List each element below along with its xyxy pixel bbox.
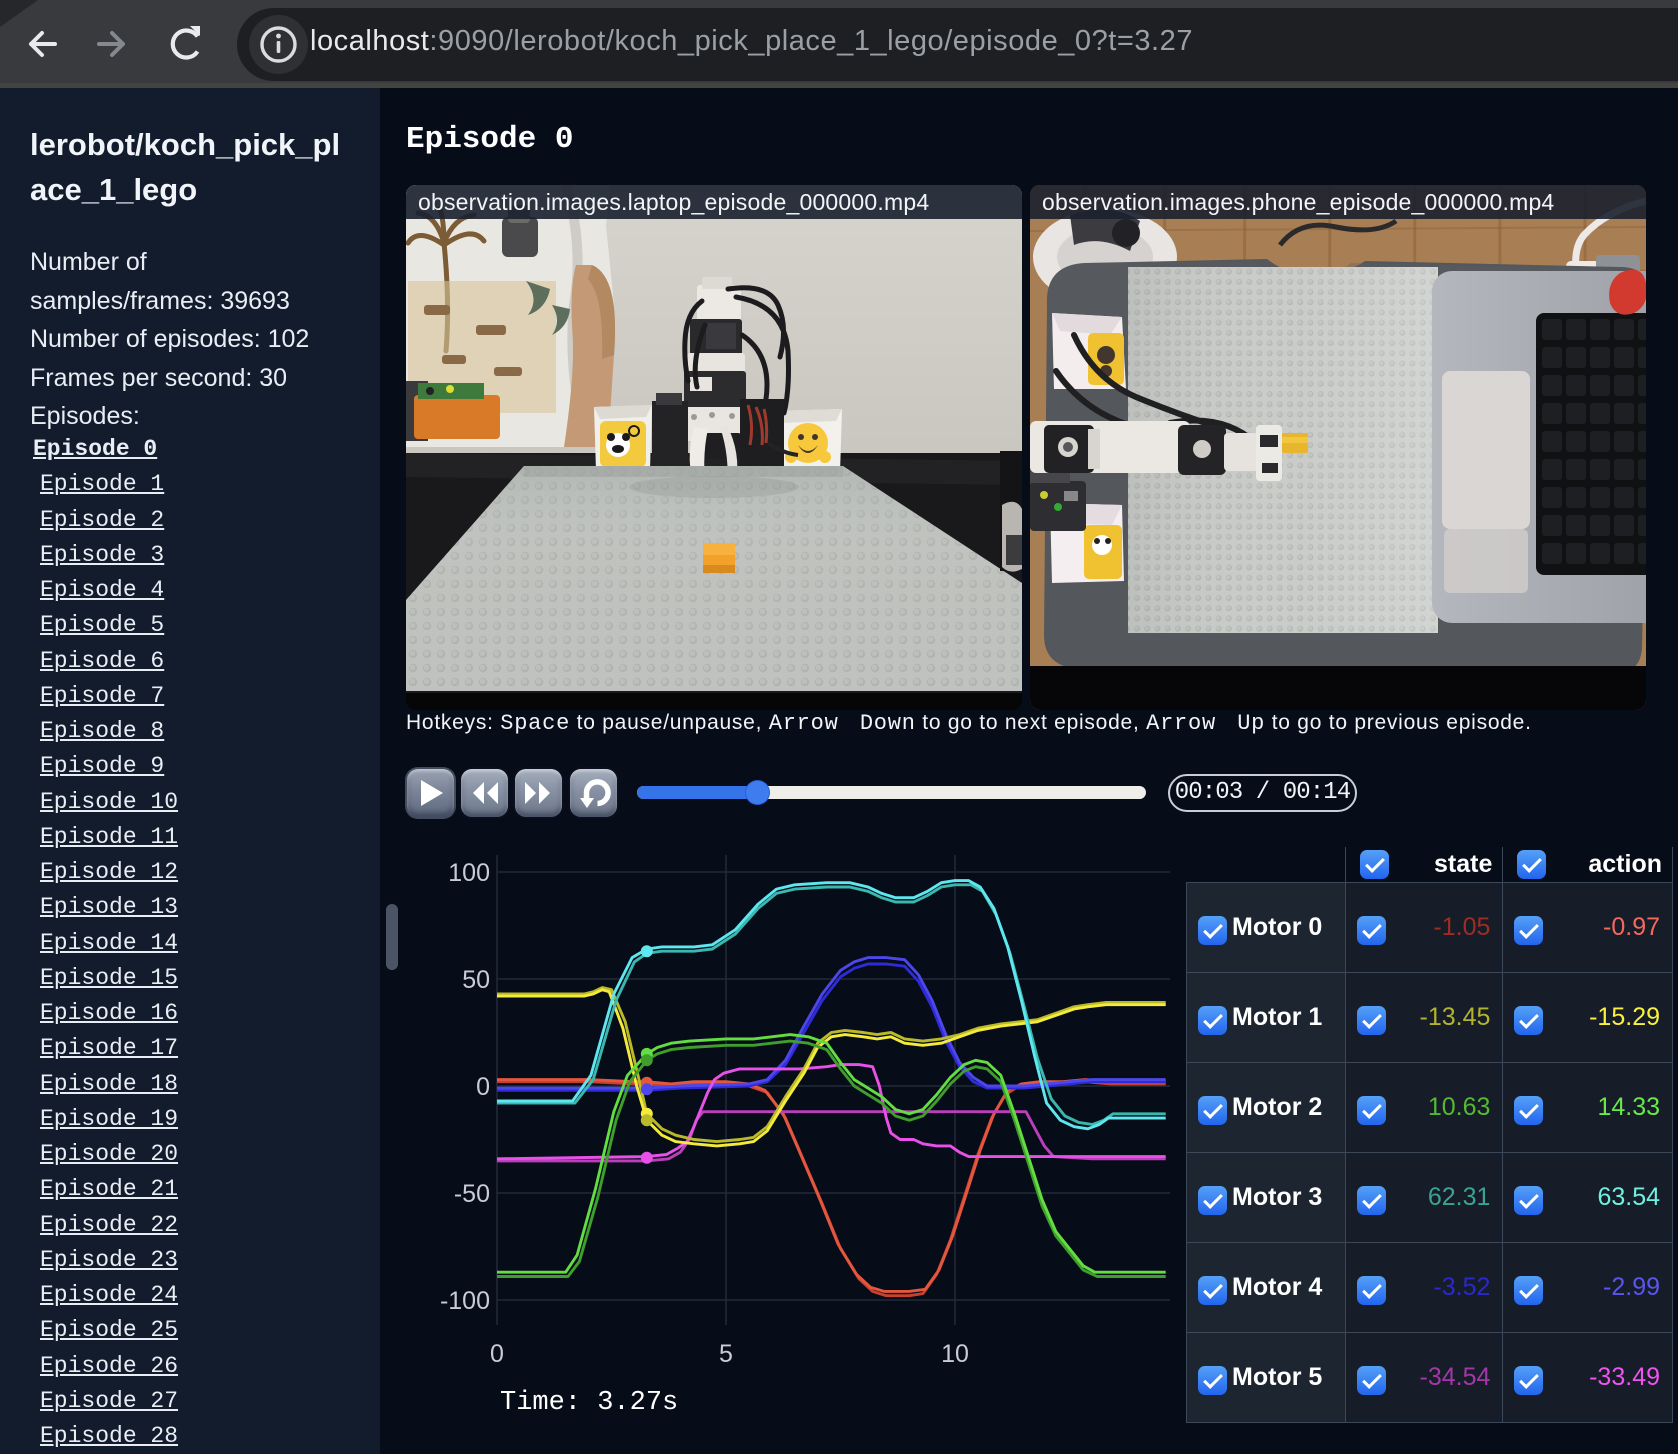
- svg-text:0: 0: [490, 1340, 504, 1368]
- svg-text:5: 5: [719, 1340, 733, 1368]
- svg-text:50: 50: [462, 966, 490, 994]
- svg-text:10: 10: [941, 1340, 969, 1368]
- svg-text:0: 0: [476, 1073, 490, 1101]
- svg-text:-50: -50: [454, 1180, 490, 1208]
- svg-text:-100: -100: [440, 1287, 490, 1315]
- svg-text:100: 100: [448, 859, 490, 887]
